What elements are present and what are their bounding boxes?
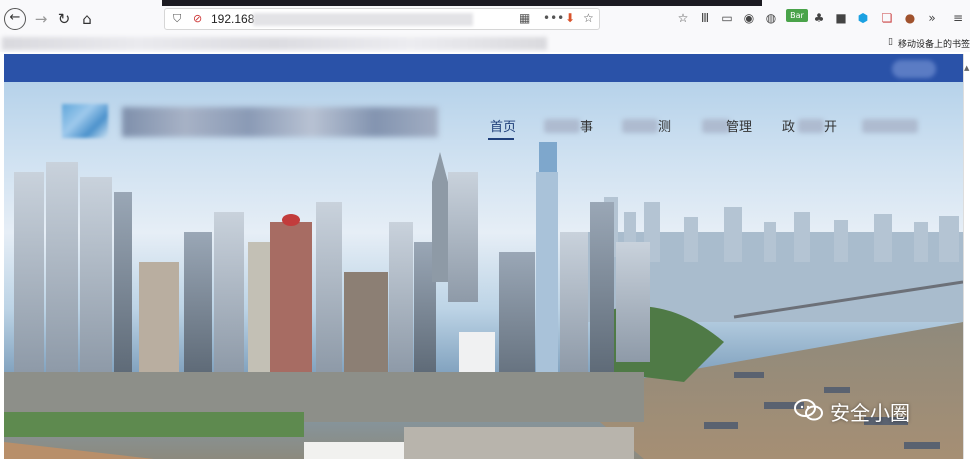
insecure-lock-icon[interactable]: ⊘ [193, 12, 202, 25]
nav-item-3-redacted [622, 119, 658, 133]
header-strip [4, 54, 964, 82]
url-redacted [253, 13, 473, 26]
hero-banner: 首页 事 测 管理 政 开 安全小圈 [4, 82, 963, 459]
watermark-text: 安全小圈 [830, 401, 910, 425]
nav-home[interactable]: 首页 [490, 116, 516, 135]
notify-icon[interactable]: ❏ [879, 10, 895, 26]
mobile-device-icon: ▯ [888, 37, 893, 47]
nav-item-5-tail[interactable]: 开 [824, 116, 837, 135]
account-icon[interactable]: ◉ [741, 10, 757, 26]
site-title-redacted [122, 107, 438, 137]
nav-active-underline [488, 138, 514, 140]
nav-item-4[interactable]: 管理 [726, 116, 752, 135]
extension-badge[interactable]: Bar [786, 9, 808, 22]
shield-icon[interactable]: ⛉ [173, 12, 181, 26]
nav-item-2[interactable]: 事 [580, 116, 593, 135]
more-icon[interactable]: ••• [543, 11, 564, 25]
forward-icon[interactable]: → [30, 8, 52, 30]
pocket-icon[interactable]: ⬇ [565, 11, 575, 25]
extensions-icon[interactable]: ■ [833, 10, 849, 26]
nav-item-5-redacted [798, 119, 824, 133]
nav-item-2-redacted [544, 119, 580, 133]
tab-strip [162, 0, 762, 6]
overflow-icon[interactable]: » [924, 10, 940, 26]
web-page: ▲ 首页 事 测 管理 政 开 安全小圈 [0, 52, 970, 459]
back-icon[interactable]: ← [4, 8, 26, 30]
browser-toolbar: ← → ↻ ⌂ ⛉ ⊘ 192.168 ▦ ••• ⬇ ☆ ☆ Ⅲ ▭ ◉ ◍ … [0, 0, 970, 34]
river-left [4, 442, 154, 459]
header-redacted-link[interactable] [892, 60, 936, 78]
bookmarks-redacted [2, 37, 547, 50]
url-bar[interactable]: ⛉ ⊘ 192.168 ▦ ••• ⬇ ☆ [164, 8, 600, 30]
qr-icon[interactable]: ▦ [519, 11, 530, 25]
star-icon[interactable]: ☆ [583, 11, 594, 25]
chat-icon[interactable]: ◍ [763, 10, 779, 26]
white-building [304, 442, 404, 459]
home-icon[interactable]: ⌂ [76, 8, 98, 30]
mobile-bookmarks-link[interactable]: 移动设备上的书签 [898, 37, 970, 50]
url-text[interactable]: 192.168 [211, 12, 254, 26]
nav-item-5[interactable]: 政 [782, 116, 795, 135]
wechat-icon [794, 399, 823, 421]
scroll-up-icon[interactable]: ▲ [964, 64, 969, 72]
nav-item-3[interactable]: 测 [658, 116, 671, 135]
bookmarks-bar: ▯ 移动设备上的书签 [0, 34, 970, 52]
nav-item-6-redacted[interactable] [862, 119, 918, 133]
trees [4, 412, 304, 437]
scrollbar[interactable] [963, 54, 970, 459]
shield-ext-icon[interactable]: ⬢ [855, 10, 871, 26]
menu-icon[interactable]: ≡ [950, 10, 966, 26]
site-logo[interactable] [62, 104, 108, 138]
sidebar-icon[interactable]: ▭ [719, 10, 735, 26]
plaza [404, 427, 634, 459]
tree-icon[interactable]: ♣ [811, 10, 827, 26]
reload-icon[interactable]: ↻ [53, 8, 75, 30]
bookmark-star-icon[interactable]: ☆ [675, 10, 691, 26]
library-icon[interactable]: Ⅲ [697, 10, 713, 26]
cookie-icon[interactable]: ● [902, 10, 918, 26]
